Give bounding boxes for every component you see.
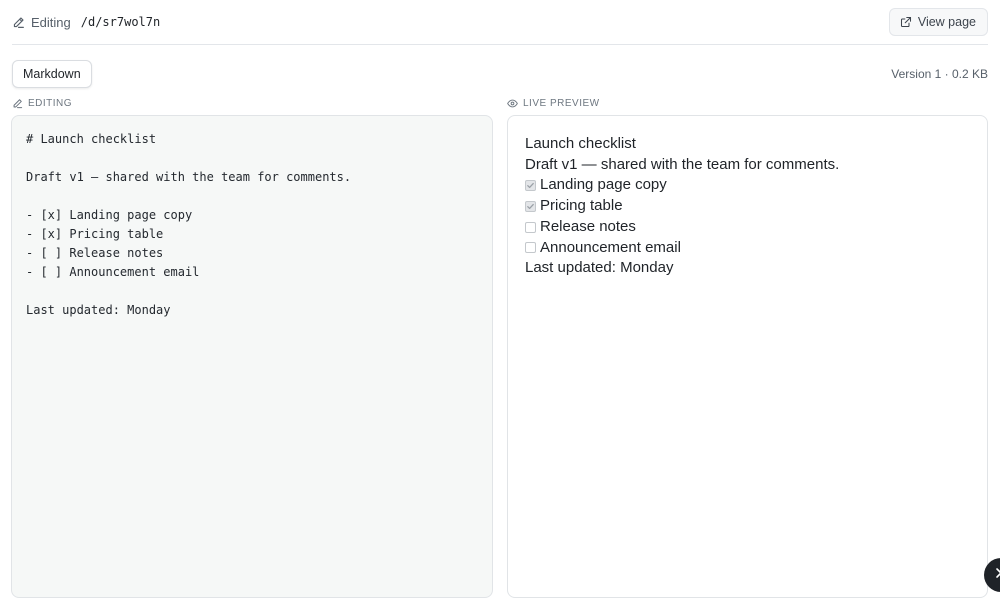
- task-label: Pricing table: [540, 197, 623, 215]
- task-checkbox[interactable]: [525, 180, 536, 192]
- task-item: Release notes: [525, 217, 970, 238]
- task-label: Announcement email: [540, 238, 681, 256]
- toolbar: Markdown Version 1 · 0.2 KB: [12, 60, 988, 88]
- task-item: Landing page copy: [525, 175, 970, 196]
- mode-label: Editing: [31, 14, 71, 30]
- tab-markdown[interactable]: Markdown: [12, 60, 92, 88]
- top-bar: Editing /d/sr7wol7n View page: [12, 0, 988, 45]
- task-checkbox[interactable]: [525, 200, 536, 212]
- live-preview: Launch checklist Draft v1 — shared with …: [507, 115, 988, 598]
- close-icon: [995, 566, 1000, 584]
- view-page-button[interactable]: View page: [888, 8, 988, 36]
- task-label: Release notes: [540, 217, 636, 235]
- eye-icon: [507, 98, 518, 109]
- task-checkbox[interactable]: [525, 242, 536, 254]
- task-list: Landing page copy Pricing table Release …: [525, 175, 970, 258]
- markdown-textarea[interactable]: [26, 130, 478, 583]
- preview-footer: Last updated: Monday: [525, 259, 674, 277]
- preview-paragraph: Draft v1 — shared with the team for comm…: [525, 155, 840, 173]
- pencil-icon: [12, 16, 25, 29]
- preview-label-text: LIVE PREVIEW: [523, 97, 600, 109]
- document-path: /d/sr7wol7n: [80, 15, 161, 29]
- pencil-icon: [12, 98, 23, 109]
- editor-label-text: EDITING: [28, 97, 73, 109]
- version-info: Version 1 · 0.2 KB: [891, 67, 988, 81]
- view-page-label: View page: [917, 15, 976, 29]
- editing-indicator: Editing /d/sr7wol7n: [12, 15, 160, 30]
- editor-app: Editing /d/sr7wol7n View page Markdown V…: [0, 0, 1000, 600]
- task-item: Announcement email: [525, 238, 970, 259]
- task-checkbox[interactable]: [525, 221, 536, 233]
- external-link-icon: [900, 16, 912, 28]
- preview-pane-label: LIVE PREVIEW: [507, 96, 600, 110]
- editor-pane-label: EDITING: [12, 96, 72, 110]
- preview-heading: Launch checklist: [525, 135, 636, 152]
- markdown-editor: [11, 115, 493, 598]
- task-label: Landing page copy: [540, 176, 667, 194]
- task-item: Pricing table: [525, 196, 970, 217]
